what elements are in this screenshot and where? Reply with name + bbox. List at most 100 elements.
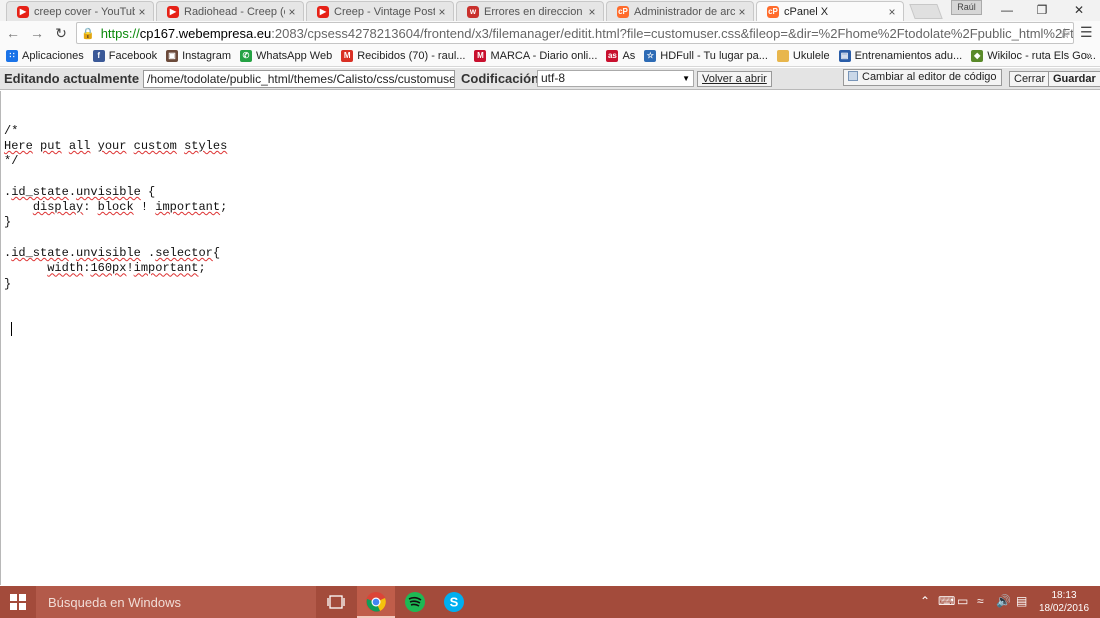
encoding-value: utf-8 xyxy=(541,71,566,85)
restore-icon[interactable]: ❐ xyxy=(1025,0,1059,20)
w-icon: w xyxy=(467,5,479,18)
code-line: Here put all your custom styles xyxy=(4,138,228,153)
reopen-button[interactable]: Volver a abrir xyxy=(697,71,772,87)
task-view-icon[interactable] xyxy=(324,590,348,614)
tab-strip: ▶ creep cover - YouTube × ▶ Radiohead - Cree… xyxy=(0,0,1100,21)
code-line: display: block ! important; xyxy=(32,200,228,215)
chrome-icon[interactable] xyxy=(364,590,388,614)
whatsapp-icon: ✆ xyxy=(240,49,252,62)
code-line: width:160px!important; xyxy=(47,261,206,276)
bookmark-label: Aplicaciones xyxy=(22,49,84,62)
bookmark-item[interactable]: ∷ Aplicaciones xyxy=(6,49,84,62)
encoding-label: Codificación: xyxy=(461,71,544,86)
close-button[interactable]: Cerrar xyxy=(1009,71,1051,87)
svg-text:S: S xyxy=(450,595,459,610)
browser-tab[interactable]: w Errores en direccion del c× xyxy=(456,1,604,21)
url-path: :2083/cpsess4278213604/frontend/x3/filem… xyxy=(271,25,1074,41)
spotify-icon[interactable] xyxy=(403,590,427,614)
close-tab-icon[interactable]: × xyxy=(735,5,749,19)
lock-icon: 🔒 xyxy=(81,27,95,40)
bookmark-star-icon[interactable]: ☆ xyxy=(1058,25,1071,42)
notifications-icon[interactable]: ▤ xyxy=(1016,594,1027,608)
youtube-icon: ▶ xyxy=(17,5,29,18)
switch-editor-button[interactable]: Cambiar al editor de código xyxy=(843,69,1002,86)
browser-tab[interactable]: ▶ creep cover - YouTube × xyxy=(6,1,154,21)
code-editor-textarea[interactable]: /* Here put all your custom styles */ .id_s… xyxy=(0,91,1100,585)
code-line: /* xyxy=(4,123,19,138)
bookmark-item[interactable]: M Recibidos (70) - raul... xyxy=(341,49,466,62)
bookmark-label: HDFull - Tu lugar pa... xyxy=(660,49,768,62)
bookmark-label: Facebook xyxy=(108,49,158,62)
hdfull-icon: ☆ xyxy=(644,49,657,62)
reload-icon[interactable]: ↻ xyxy=(50,25,72,42)
bookmark-item[interactable]: ☆ HDFull - Tu lugar pa... xyxy=(644,49,768,62)
browser-tab[interactable]: cP Administrador de archivo× xyxy=(606,1,754,21)
address-bar[interactable]: 🔒 https://cp167.webempresa.eu:2083/cpses… xyxy=(76,22,1074,44)
save-button[interactable]: Guardar xyxy=(1048,71,1100,87)
bookmark-item[interactable]: ▣ Instagram xyxy=(166,49,231,62)
close-tab-icon[interactable]: × xyxy=(885,5,899,19)
more-bookmarks-icon[interactable]: » xyxy=(1086,50,1092,62)
marca-icon: M xyxy=(474,49,487,62)
clock-time: 18:13 xyxy=(1051,590,1077,601)
bookmark-item[interactable]: ✆ WhatsApp Web xyxy=(240,49,333,62)
encoding-select[interactable]: utf-8 ▼ xyxy=(537,70,694,87)
close-tab-icon[interactable]: × xyxy=(135,5,149,19)
bookmark-item[interactable]: ◆ Wikiloc - ruta Els Go... xyxy=(971,49,1096,62)
bookmark-label: Entrenamientos adu... xyxy=(854,49,963,62)
bookmark-item[interactable]: as As xyxy=(606,49,635,62)
show-hidden-icons-icon[interactable]: ⌃ xyxy=(920,594,930,608)
bookmark-label: Instagram xyxy=(182,49,231,62)
volume-icon[interactable]: 🔊 xyxy=(996,594,1011,608)
windows-taskbar: Búsqueda en Windows S ⌃ ⌨ ▭ ≈ 🔊 ▤ 18:13 … xyxy=(0,586,1100,618)
battery-icon[interactable]: ▭ xyxy=(957,594,968,608)
facebook-icon: f xyxy=(92,49,105,62)
minimize-icon[interactable]: — xyxy=(990,0,1024,20)
keyboard-icon[interactable]: ⌨ xyxy=(938,594,955,608)
wifi-icon[interactable]: ≈ xyxy=(977,594,984,608)
entrenamientos-icon: ▤ xyxy=(838,49,851,62)
menu-icon[interactable]: ☰ xyxy=(1080,24,1093,41)
browser-tab[interactable]: cP cPanel X × xyxy=(756,1,904,21)
code-line: .id_state.unvisible { xyxy=(4,184,156,199)
forward-icon[interactable]: → xyxy=(26,25,48,41)
system-clock[interactable]: 18:13 18/02/2016 xyxy=(1036,589,1092,615)
cpanel-icon: cP xyxy=(767,5,779,18)
start-button[interactable] xyxy=(0,586,36,618)
skype-icon[interactable]: S xyxy=(442,590,466,614)
close-tab-icon[interactable]: × xyxy=(285,5,299,19)
gmail-icon: M xyxy=(341,49,354,62)
bookmark-label: Ukulele xyxy=(792,49,830,62)
bookmark-label: WhatsApp Web xyxy=(256,49,333,62)
bookmark-label: Recibidos (70) - raul... xyxy=(357,49,466,62)
new-tab-button[interactable] xyxy=(909,4,943,19)
bookmark-item[interactable]: M MARCA - Diario onli... xyxy=(474,49,597,62)
windows-search-box[interactable]: Búsqueda en Windows xyxy=(36,586,316,618)
url-scheme: https:// xyxy=(100,25,140,41)
code-line: .id_state.unvisible .selector{ xyxy=(4,245,221,260)
file-path-field[interactable]: /home/todolate/public_html/themes/Calist… xyxy=(143,70,455,88)
code-editor-icon xyxy=(848,71,858,81)
tab-title: cPanel X xyxy=(784,5,829,18)
browser-tab[interactable]: ▶ Radiohead - Creep (cover× xyxy=(156,1,304,21)
back-icon[interactable]: ← xyxy=(2,25,24,41)
profile-button[interactable]: Raúl xyxy=(951,0,982,15)
close-tab-icon[interactable]: × xyxy=(585,5,599,19)
bookmark-item[interactable]: f Facebook xyxy=(92,49,158,62)
search-placeholder: Búsqueda en Windows xyxy=(48,594,181,610)
close-tab-icon[interactable]: × xyxy=(435,5,449,19)
close-window-icon[interactable]: ✕ xyxy=(1062,0,1096,20)
tab-title: Radiohead - Creep (cover xyxy=(184,5,285,18)
tab-title: Creep - Vintage Postmod xyxy=(334,5,435,18)
as-icon: as xyxy=(606,49,619,62)
tab-title: Errores en direccion del c xyxy=(484,5,585,18)
bookmark-label: Wikiloc - ruta Els Go... xyxy=(987,49,1096,62)
cpanel-icon: cP xyxy=(617,5,629,18)
code-line: } xyxy=(4,276,12,291)
bookmark-item[interactable]: ▤ Entrenamientos adu... xyxy=(838,49,963,62)
bookmark-item[interactable]: Ukulele xyxy=(776,49,830,62)
browser-tab[interactable]: ▶ Creep - Vintage Postmod× xyxy=(306,1,454,21)
text-caret xyxy=(11,322,12,337)
